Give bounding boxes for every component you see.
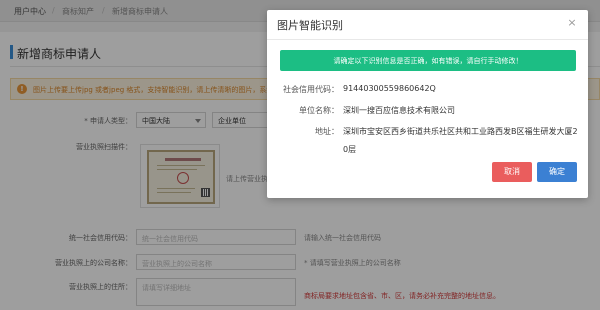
address-field-value: 深圳市宝安区西乡街道共乐社区共和工业路西发B区福生研发大厦2	[343, 127, 578, 136]
image-recognition-dialog: 图片智能识别 × 请确定以下识别信息是否正确，如有错误，请自行手动修改！ 社会信…	[267, 10, 588, 198]
company-name-field-label: 单位名称：	[299, 106, 339, 115]
cancel-button[interactable]: 取消	[492, 162, 532, 182]
company-name-field-value: 深圳一搜百应信息技术有限公司	[343, 106, 455, 115]
credit-code-field-label: 社会信用代码：	[283, 85, 339, 94]
close-icon[interactable]: ×	[565, 16, 579, 30]
confirm-alert: 请确定以下识别信息是否正确，如有错误，请自行手动修改！	[280, 50, 576, 71]
dialog-divider	[267, 39, 588, 40]
confirm-alert-text: 请确定以下识别信息是否正确，如有错误，请自行手动修改！	[333, 57, 523, 65]
address-field-label: 地址：	[315, 127, 339, 136]
credit-code-field-value: 91440300559860642Q	[343, 84, 436, 93]
dialog-title: 图片智能识别	[277, 19, 343, 32]
address-field-value-cont: 0层	[343, 145, 357, 154]
confirm-button[interactable]: 确定	[537, 162, 577, 182]
